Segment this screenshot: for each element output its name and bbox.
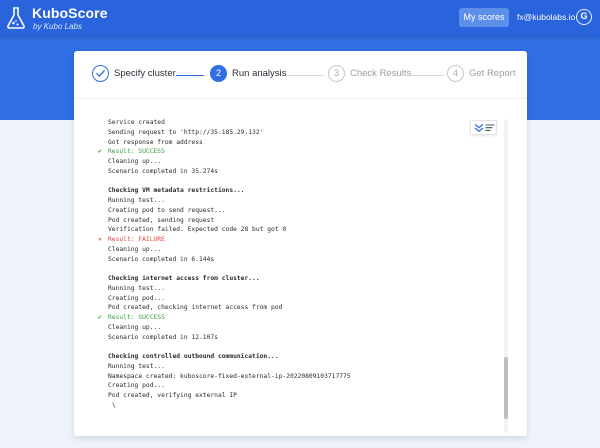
- log-line-text: Checking internet access from cluster...: [108, 275, 260, 282]
- step-1-label: Specify cluster: [114, 68, 176, 79]
- log-line: Creating pod...: [74, 294, 504, 304]
- log-line-text: Cleaning up...: [108, 245, 162, 253]
- log-line-text: Checking controlled outbound communicati…: [108, 353, 279, 360]
- log-line-text: Sending request to 'http://35.185.29.132…: [108, 128, 264, 136]
- log-line: Scenario completed in 12.107s: [74, 333, 504, 343]
- log-result-success: ✔ Result: SUCCESS: [74, 147, 504, 157]
- log-line-text: Creating pod...: [108, 382, 165, 390]
- log-line: Creating pod...: [74, 381, 504, 391]
- log-scrollbar[interactable]: [504, 119, 508, 433]
- user-email: fx@kubolabs.io: [517, 12, 576, 22]
- log-line-text: Scenario completed in 35.274s: [108, 167, 218, 175]
- analysis-card: Specify cluster 2 Run analysis 3 Check R…: [74, 51, 527, 436]
- log-section-heading: Checking internet access from cluster...: [74, 274, 504, 284]
- log-line-text: Cleaning up...: [108, 323, 162, 331]
- log-line-text: Running test...: [108, 362, 165, 370]
- log-line-text: Creating pod to send request...: [108, 206, 226, 214]
- step-connector: [286, 75, 324, 76]
- log-line-text: Creating pod...: [108, 294, 165, 302]
- log-line-text: Cleaning up...: [108, 158, 162, 165]
- log-line-text: \: [112, 401, 116, 409]
- progress-stepper: Specify cluster 2 Run analysis 3 Check R…: [74, 51, 527, 99]
- my-scores-button[interactable]: My scores: [459, 8, 509, 27]
- step-2-circle: 2: [210, 65, 227, 82]
- log-line-text: Got response from address: [108, 138, 203, 146]
- check-icon: ✔: [98, 313, 102, 321]
- step-connector: [176, 75, 204, 76]
- log-line-text: Result: FAILURE: [108, 236, 165, 243]
- log-line: Verification failed. Expected code 28 bu…: [74, 225, 504, 235]
- log-section-heading: Checking VM metadata restrictions...: [74, 186, 504, 196]
- cross-icon: ✕: [98, 235, 102, 243]
- step-4-circle: 4: [447, 65, 464, 82]
- log-line: Sending request to 'http://35.185.29.132…: [74, 128, 504, 138]
- step-3-label: Check Results: [350, 68, 412, 79]
- log-line: Scenario completed in 6.144s: [74, 255, 504, 265]
- log-toolbar: [470, 120, 497, 135]
- log-scrollbar-thumb[interactable]: [504, 357, 508, 419]
- log-line-text: Result: SUCCESS: [108, 314, 165, 321]
- log-line: Pod created, checking internet access fr…: [74, 303, 504, 313]
- log-result-failure: ✕ Result: FAILURE: [74, 235, 504, 245]
- wrap-lines-icon[interactable]: [485, 123, 495, 133]
- brand-title[interactable]: KuboScore: [32, 5, 108, 21]
- log-line: Service created: [74, 118, 504, 128]
- check-icon: [96, 70, 105, 77]
- log-line-text: Namespace created: kuboscore-fixed-exter…: [108, 372, 351, 380]
- log-line-text: Verification failed. Expected code 28 bu…: [108, 226, 287, 234]
- log-spinner: \: [74, 401, 504, 411]
- step-2-label: Run analysis: [232, 68, 287, 79]
- log-line: Namespace created: kuboscore-fixed-exter…: [74, 372, 504, 382]
- log-line-text: Service created: [108, 119, 165, 126]
- check-icon: ✔: [98, 147, 102, 156]
- log-result-success: ✔ Result: SUCCESS: [74, 313, 504, 323]
- log-line-text: Pod created, sending request: [108, 216, 215, 224]
- step-3-circle: 3: [328, 65, 345, 82]
- log-line: Cleaning up...: [74, 245, 504, 255]
- top-navigation-bar: KuboScore by Kubo Labs My scores fx@kubo…: [0, 0, 600, 36]
- log-line-text: Scenario completed in 6.144s: [108, 255, 215, 263]
- log-line-text: Running test...: [108, 197, 165, 204]
- chevrons-down-icon[interactable]: [474, 123, 484, 133]
- step-connector: [410, 75, 444, 76]
- log-line: Pod created, verifying external IP: [74, 391, 504, 401]
- log-line: Got response from address: [74, 138, 504, 148]
- log-line-text: Running test...: [108, 284, 165, 292]
- log-line-text: Checking VM metadata restrictions...: [108, 187, 245, 195]
- log-line: Creating pod to send request...: [74, 206, 504, 216]
- log-section-heading: Checking controlled outbound communicati…: [74, 352, 504, 362]
- log-line: Running test...: [74, 196, 504, 206]
- log-line-text: Pod created, verifying external IP: [108, 392, 237, 399]
- log-line: Pod created, sending request: [74, 216, 504, 226]
- log-line: Running test...: [74, 362, 504, 372]
- log-line-text: Result: SUCCESS: [108, 148, 165, 156]
- log-line: Running test...: [74, 284, 504, 294]
- step-4-label: Get Report: [469, 68, 516, 79]
- log-line-text: Scenario completed in 12.107s: [108, 333, 218, 341]
- brand-subtitle: by Kubo Labs: [33, 22, 82, 31]
- log-lines: Service created Sending request to 'http:…: [74, 118, 504, 411]
- user-avatar[interactable]: G: [576, 9, 592, 25]
- log-line: Cleaning up...: [74, 323, 504, 333]
- step-1-circle: [92, 65, 109, 82]
- log-line: Scenario completed in 35.274s: [74, 167, 504, 177]
- flask-icon: [7, 7, 25, 29]
- log-line: Cleaning up...: [74, 157, 504, 167]
- analysis-log-output[interactable]: Service created Sending request to 'http:…: [74, 99, 527, 436]
- log-line-text: Pod created, checking internet access fr…: [108, 304, 283, 312]
